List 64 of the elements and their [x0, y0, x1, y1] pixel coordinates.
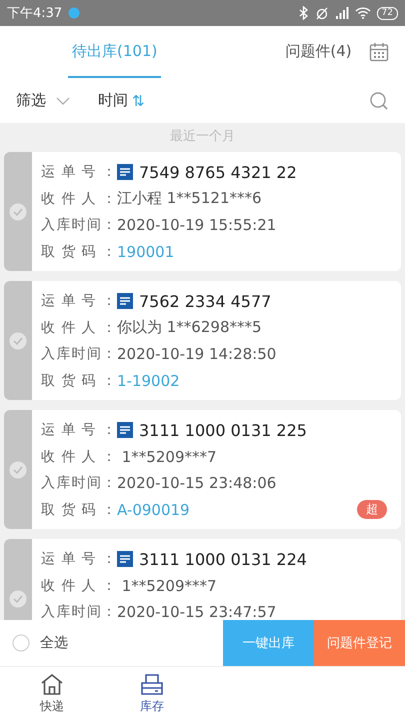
sort-button[interactable]: 时间	[98, 91, 128, 110]
field-label: 运单号：	[41, 292, 116, 310]
chevron-down-icon[interactable]	[56, 96, 70, 104]
wifi-icon	[354, 7, 371, 19]
stock-in-time: 2020-10-15 23:48:06	[117, 474, 276, 492]
field-label: 入库时间：	[41, 474, 116, 492]
field-label: 取货码：	[41, 242, 116, 261]
parcel-card[interactable]: 运单号： 7549 8765 4321 22 收件人：江小程 1**5121***6 入库时间：2020-10-19 15:55:21 取货码：190001	[4, 152, 401, 271]
field-label: 收件人：	[41, 576, 116, 595]
stock-in-time: 2020-10-15 23:47:57	[117, 603, 276, 620]
parcel-card[interactable]: 运单号： 3111 1000 0131 225 收件人： 1**5209***7 入库时间：2020-10-15 23:48:06 取货码：A-090019 超	[4, 410, 401, 529]
check-circle-icon[interactable]	[9, 202, 27, 220]
select-all-label[interactable]: 全选	[40, 634, 68, 652]
check-circle-icon[interactable]	[9, 590, 27, 608]
courier-logo-icon	[117, 164, 133, 180]
parcel-card[interactable]: 运单号： 7562 2334 4577 收件人：你以为 1**6298***5 入库时间：2020-10-19 14:28:50 取货码：1-19002	[4, 281, 401, 400]
nav-item[interactable]: 库存	[102, 667, 202, 720]
select-strip[interactable]	[4, 410, 32, 529]
filter-dropdown[interactable]: 筛选	[16, 91, 46, 110]
waybill-number: 3111 1000 0131 224	[139, 550, 307, 569]
waybill-number: 7549 8765 4321 22	[139, 162, 297, 182]
courier-logo-icon	[117, 551, 133, 568]
recipient-text: 1**5209***7	[120, 576, 217, 595]
field-label: 运单号：	[41, 550, 116, 568]
battery-indicator: 72	[376, 6, 398, 20]
select-strip[interactable]	[4, 281, 32, 400]
home-icon	[40, 672, 64, 694]
recipient-text: 你以为 1**6298***5	[117, 318, 262, 338]
field-label: 运单号：	[41, 163, 116, 182]
field-label: 入库时间：	[41, 345, 116, 364]
stock-in-time: 2020-10-19 15:55:21	[117, 216, 276, 234]
field-label: 收件人：	[41, 318, 116, 337]
parcel-card[interactable]: 运单号： 3111 1000 0131 224 收件人： 1**5209***7 入库时间：2020-10-15 23:47:57	[4, 539, 401, 620]
select-all-radio[interactable]	[12, 634, 30, 652]
field-label: 取货码：	[41, 500, 116, 519]
check-circle-icon[interactable]	[9, 332, 27, 350]
pickup-code: A-090019	[117, 500, 190, 519]
recipient-text: 江小程 1**5121***6	[117, 189, 262, 208]
overdue-badge: 超	[357, 500, 387, 520]
field-label: 收件人：	[41, 190, 116, 208]
search-icon[interactable]	[369, 90, 389, 110]
pickup-code: 190001	[117, 242, 174, 261]
field-label: 收件人：	[41, 448, 116, 466]
calendar-icon[interactable]	[369, 42, 389, 62]
field-label: 入库时间：	[41, 603, 116, 620]
field-label: 入库时间：	[41, 216, 116, 234]
app-notification-icon	[68, 7, 80, 19]
bluetooth-icon	[298, 6, 309, 20]
field-label: 取货码：	[41, 372, 116, 390]
status-time: 下午4:37	[7, 5, 62, 22]
nav-item[interactable]: 快递	[2, 667, 102, 720]
pickup-code: 1-19002	[117, 372, 180, 390]
field-label: 运单号：	[41, 421, 116, 440]
stock-in-time: 2020-10-19 14:28:50	[117, 345, 276, 364]
waybill-number: 3111 1000 0131 225	[139, 420, 307, 440]
check-circle-icon[interactable]	[9, 460, 27, 478]
waybill-number: 7562 2334 4577	[139, 292, 272, 311]
signal-icon	[334, 7, 349, 19]
select-strip[interactable]	[4, 152, 32, 271]
tab[interactable]: 问题件(4)	[281, 26, 356, 78]
recipient-text: 1**5209***7	[120, 448, 217, 466]
courier-logo-icon	[117, 422, 133, 438]
courier-logo-icon	[117, 293, 133, 310]
printer-icon	[140, 672, 164, 694]
